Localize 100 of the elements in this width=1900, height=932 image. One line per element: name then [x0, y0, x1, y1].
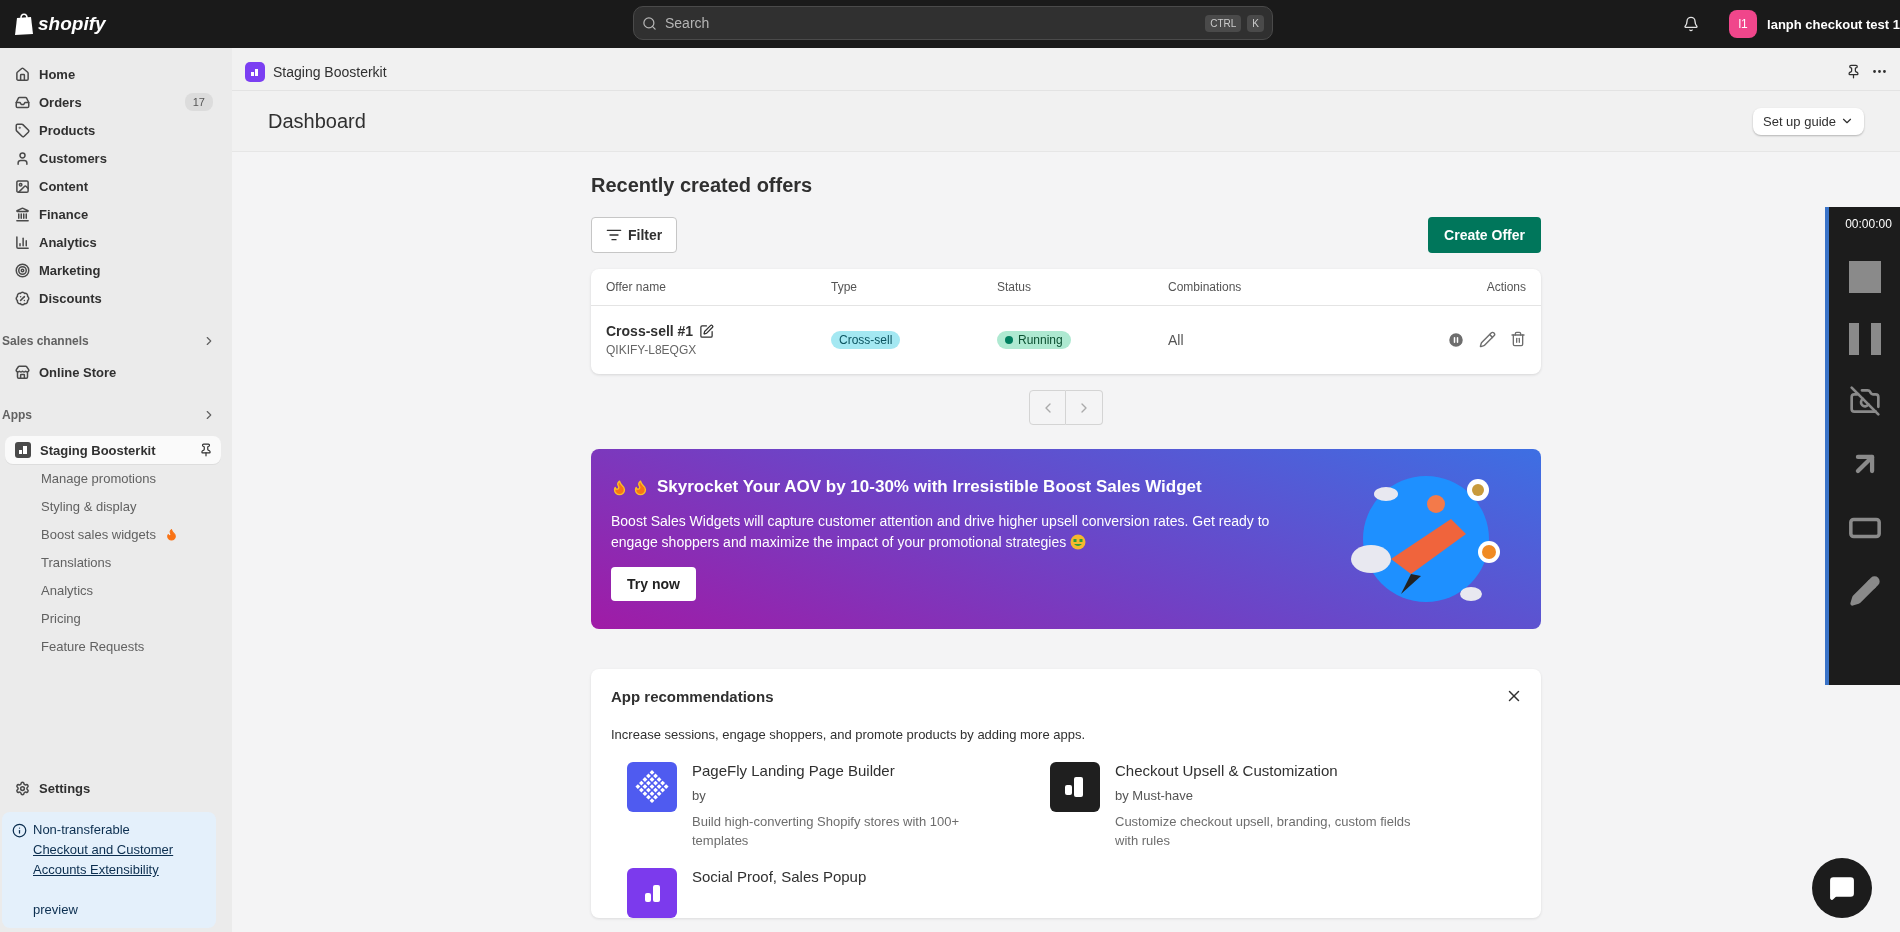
nav-label: Styling & display	[41, 498, 137, 514]
table-cell-text: All	[1168, 332, 1185, 348]
keyboard-key: K	[1247, 14, 1264, 32]
banner-title: Skyrocket Your AOV by 10-30% with Irresistible Boost Sales Widget	[657, 477, 1202, 497]
pencil-icon[interactable]	[1848, 575, 1881, 607]
sidebar-item[interactable]: Products	[5, 116, 221, 144]
filter-icon	[606, 227, 622, 243]
section-title: Recently created offers	[591, 174, 814, 197]
nav-label: Products	[39, 122, 96, 138]
card-title: App recommendations	[611, 687, 774, 705]
type-tag: Cross-sell	[831, 331, 901, 349]
sidebar-subitem[interactable]: Analytics	[5, 576, 221, 604]
sidebar-item[interactable]: Marketing	[5, 256, 221, 284]
nav-label: Manage promotions	[41, 470, 156, 486]
trash-icon[interactable]	[1510, 331, 1526, 347]
sidebar-subitem[interactable]: Translations	[5, 548, 221, 576]
banner-text: Boost Sales Widgets will capture customer attention and drive higher upsell conversion rates. Get ready to engage shoppers and maximize the impact of your promotional strategies	[611, 512, 1271, 552]
sidebar-app-item[interactable]: Staging Boosterkit	[5, 436, 221, 464]
filter-button[interactable]: Filter	[591, 217, 678, 253]
info-icon	[12, 823, 27, 838]
sidebar-item[interactable]: Settings	[5, 774, 221, 802]
column-header: Status	[997, 280, 1033, 294]
nav-icon	[15, 122, 30, 138]
try-now-button[interactable]: Try now	[611, 567, 696, 601]
nav-label: Feature Requests	[41, 638, 145, 654]
nav-label: Home	[39, 66, 76, 82]
app-icon	[15, 442, 31, 458]
notice-title: Non-transferable	[33, 822, 130, 837]
pause-icon[interactable]	[1447, 331, 1465, 349]
offer-name: Cross-sell #1	[606, 323, 694, 339]
sidebar-item[interactable]: Orders 17	[5, 88, 221, 116]
sidebar-subitem[interactable]: Boost sales widgets	[5, 520, 221, 548]
keyboard-key: CTRL	[1205, 14, 1242, 32]
app-description: Customize checkout upsell, branding, custom fields with rules	[1115, 813, 1412, 850]
sidebar-subitem[interactable]: Pricing	[5, 604, 221, 632]
section-heading: Apps	[2, 408, 32, 422]
nav-label: Analytics	[39, 234, 97, 250]
store-avatar[interactable]: l1	[1729, 10, 1758, 38]
pin-icon[interactable]	[1846, 64, 1861, 79]
search-input[interactable]: Search	[663, 14, 1200, 32]
stop-icon[interactable]	[1848, 261, 1881, 293]
nav-icon	[15, 234, 30, 250]
nav-label: Online Store	[39, 364, 117, 380]
app-name[interactable]: Social Proof, Sales Popup	[692, 868, 867, 885]
sidebar-item[interactable]: Discounts	[5, 284, 221, 312]
create-offer-button[interactable]: Create Offer	[1428, 217, 1541, 253]
nav-icon	[15, 150, 30, 166]
flame-icon	[632, 478, 649, 496]
notice-text: preview	[33, 902, 78, 917]
nav-label: Orders	[39, 94, 82, 110]
money-face-icon	[1070, 534, 1087, 550]
app-name[interactable]: PageFly Landing Page Builder	[692, 762, 992, 779]
nav-label: Content	[39, 178, 89, 194]
store-icon	[15, 364, 30, 380]
sidebar-item[interactable]: Online Store	[5, 358, 221, 386]
notification-bell-icon[interactable]	[1683, 16, 1700, 32]
app-title: Staging Boosterkit	[273, 63, 387, 80]
sidebar-subitem[interactable]: Feature Requests	[5, 632, 221, 660]
chat-icon	[1829, 875, 1855, 901]
setup-guide-button[interactable]: Set up guide	[1753, 107, 1864, 135]
sidebar-item[interactable]: Analytics	[5, 228, 221, 256]
recording-timer: 00:00:00	[1844, 217, 1892, 231]
column-header: Combinations	[1168, 280, 1243, 294]
nav-icon	[15, 178, 30, 194]
offer-code: QIKIFY-L8EQGX	[606, 343, 698, 357]
store-name[interactable]: lanph checkout test 1	[1767, 16, 1900, 32]
pin-icon[interactable]	[199, 443, 213, 457]
nav-icon	[15, 206, 30, 222]
count-badge: 17	[184, 93, 213, 111]
search-icon	[642, 15, 657, 31]
sidebar-subitem[interactable]: Styling & display	[5, 492, 221, 520]
search-field[interactable]: Search CTRL K	[633, 6, 1273, 40]
card-description: Increase sessions, engage shoppers, and promote products by adding more apps.	[611, 727, 1087, 742]
status-tag: Running	[997, 331, 1071, 349]
pencil-icon[interactable]	[1479, 331, 1496, 348]
app-icon	[245, 61, 265, 82]
nav-icon	[15, 290, 30, 306]
sidebar-subitem[interactable]: Manage promotions	[5, 464, 221, 492]
sidebar-item[interactable]: Content	[5, 172, 221, 200]
nav-label: Marketing	[39, 262, 101, 278]
nav-label: Finance	[39, 206, 89, 222]
shopify-logo[interactable]: shopify	[14, 12, 106, 36]
nav-icon	[15, 66, 30, 82]
nav-label: Translations	[41, 554, 112, 570]
camera-off-icon[interactable]	[1848, 385, 1881, 417]
column-header: Type	[831, 280, 858, 294]
nav-label: Customers	[39, 150, 107, 166]
sidebar-item[interactable]: Finance	[5, 200, 221, 228]
pause-icon[interactable]	[1848, 323, 1881, 355]
flame-icon	[611, 478, 628, 496]
notice-link[interactable]: Checkout and Customer Accounts Extensibility	[33, 840, 206, 880]
app-description: Build high-converting Shopify stores with 100+ templates	[692, 813, 960, 850]
app-name[interactable]: Checkout Upsell & Customization	[1115, 762, 1415, 779]
app-developer: by	[692, 788, 707, 803]
sidebar-item[interactable]: Home	[5, 60, 221, 88]
app-logo[interactable]	[1050, 762, 1100, 812]
app-developer: by Must-have	[1115, 788, 1195, 803]
edit-icon[interactable]	[699, 323, 715, 339]
sidebar-item[interactable]: Customers	[5, 144, 221, 172]
nav-label: Pricing	[41, 610, 81, 626]
